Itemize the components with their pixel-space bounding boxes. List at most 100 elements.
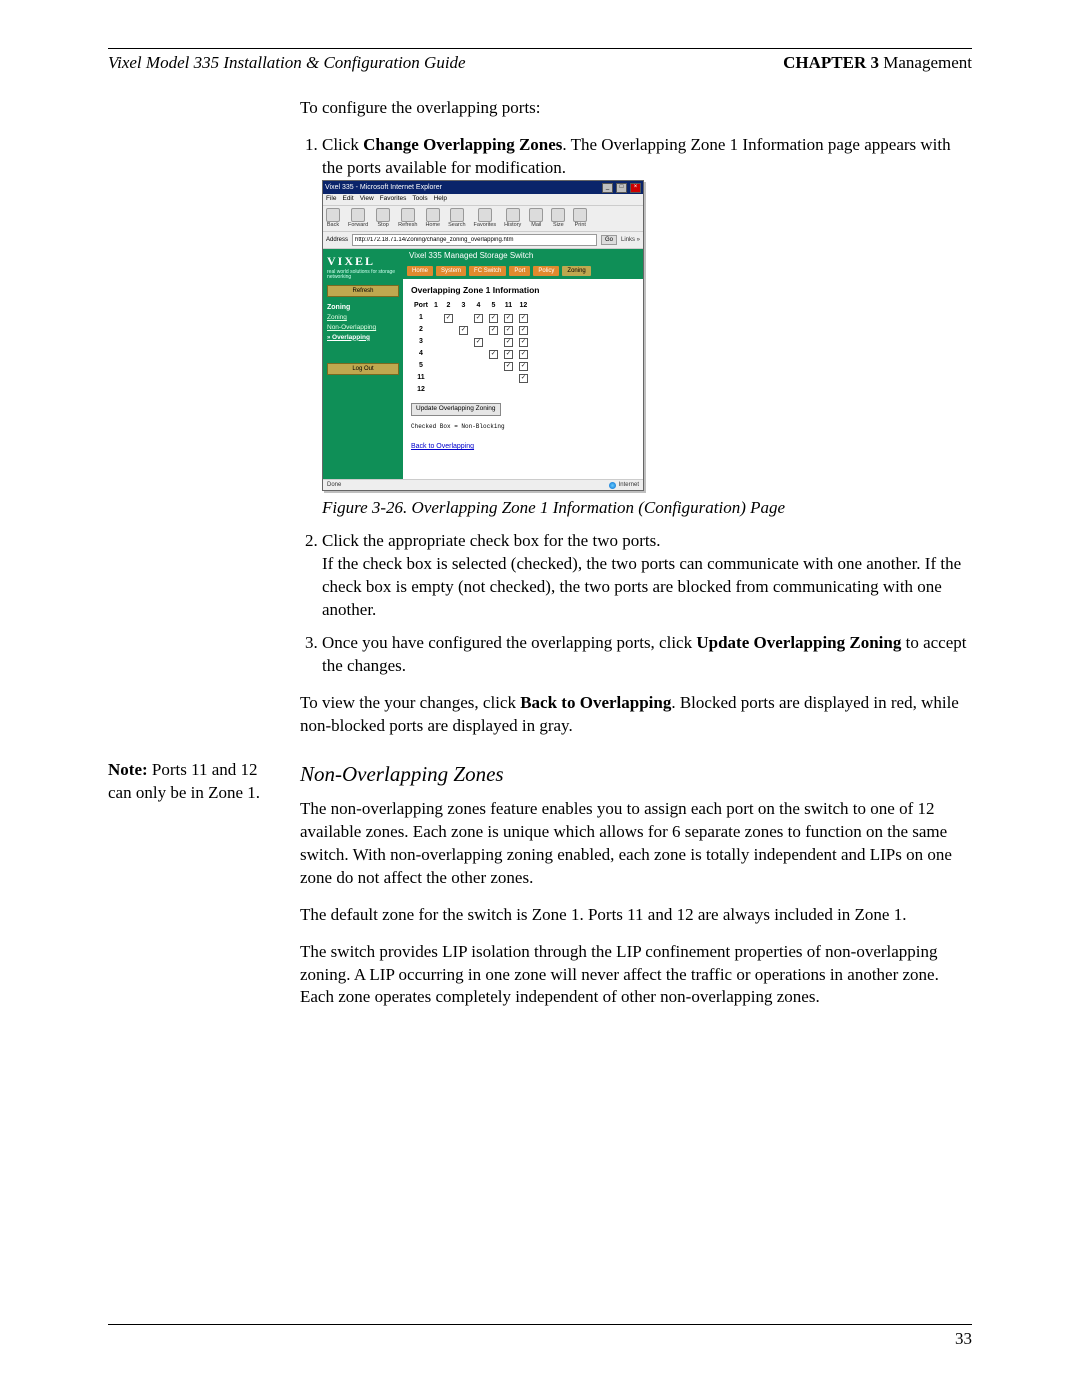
- menu-tools[interactable]: Tools: [412, 195, 427, 204]
- row-label: 12: [411, 384, 431, 395]
- port-checkbox[interactable]: ✓: [519, 350, 528, 359]
- port-checkbox[interactable]: ✓: [519, 362, 528, 371]
- port-cell: [431, 372, 441, 384]
- stop-button[interactable]: Stop: [376, 208, 390, 229]
- menu-view[interactable]: View: [360, 195, 374, 204]
- port-cell: ✓: [456, 324, 471, 336]
- port-checkbox[interactable]: ✓: [519, 314, 528, 323]
- refresh-icon: [401, 208, 415, 222]
- port-cell: [516, 384, 531, 395]
- tab-fc-switch[interactable]: FC Switch: [469, 266, 506, 276]
- view-changes-paragraph: To view the your changes, click Back to …: [300, 692, 972, 738]
- mail-button[interactable]: Mail: [529, 208, 543, 229]
- menu-help[interactable]: Help: [434, 195, 447, 204]
- nonoverlap-paragraph-2: The default zone for the switch is Zone …: [300, 904, 972, 927]
- port-cell: ✓: [516, 348, 531, 360]
- sidebar-item-overlapping[interactable]: Overlapping: [327, 334, 399, 343]
- port-checkbox[interactable]: ✓: [474, 338, 483, 347]
- table-row: 11✓: [411, 372, 531, 384]
- port-checkbox[interactable]: ✓: [489, 326, 498, 335]
- tab-zoning[interactable]: Zoning: [562, 266, 590, 276]
- back-button[interactable]: Back: [326, 208, 340, 229]
- port-cell: [471, 348, 486, 360]
- maximize-icon[interactable]: □: [616, 183, 627, 193]
- window-controls: _ □ ×: [601, 182, 641, 193]
- doc-title: Vixel Model 335 Installation & Configura…: [108, 53, 466, 73]
- favorites-button[interactable]: Favorites: [474, 208, 497, 229]
- tab-port[interactable]: Port: [509, 266, 530, 276]
- status-done: Done: [327, 481, 341, 489]
- port-cell: [441, 360, 456, 372]
- port-checkbox[interactable]: ✓: [504, 326, 513, 335]
- chapter-label: CHAPTER 3 Management: [783, 53, 972, 73]
- print-button[interactable]: Print: [573, 208, 587, 229]
- port-checkbox[interactable]: ✓: [504, 314, 513, 323]
- app-main: Vixel 335 Managed Storage Switch Home Sy…: [403, 249, 643, 479]
- port-cell: [431, 360, 441, 372]
- port-cell: ✓: [516, 324, 531, 336]
- home-button[interactable]: Home: [425, 208, 440, 229]
- port-cell: [431, 336, 441, 348]
- port-cell: ✓: [501, 360, 516, 372]
- tab-system[interactable]: System: [436, 266, 466, 276]
- port-cell: [431, 312, 441, 324]
- window-titlebar: Vixel 335 - Microsoft Internet Explorer …: [323, 181, 643, 194]
- table-row: 3✓✓✓: [411, 336, 531, 348]
- step-1: Click Change Overlapping Zones. The Over…: [322, 134, 972, 520]
- go-button[interactable]: Go: [601, 235, 617, 245]
- port-cell: [501, 372, 516, 384]
- mail-icon: [529, 208, 543, 222]
- tab-home[interactable]: Home: [407, 266, 433, 276]
- minimize-icon[interactable]: _: [602, 183, 613, 193]
- port-checkbox[interactable]: ✓: [504, 362, 513, 371]
- forward-arrow-icon: [351, 208, 365, 222]
- row-label: 4: [411, 348, 431, 360]
- col-header-3: 3: [456, 300, 471, 311]
- port-cell: ✓: [486, 324, 501, 336]
- links-label[interactable]: Links »: [621, 236, 640, 244]
- table-row: 2✓✓✓✓: [411, 324, 531, 336]
- search-button[interactable]: Search: [448, 208, 465, 229]
- search-icon: [450, 208, 464, 222]
- port-checkbox[interactable]: ✓: [459, 326, 468, 335]
- port-cell: ✓: [471, 312, 486, 324]
- port-checkbox[interactable]: ✓: [444, 314, 453, 323]
- port-checkbox[interactable]: ✓: [519, 374, 528, 383]
- back-to-overlapping-link[interactable]: Back to Overlapping: [411, 442, 474, 451]
- size-button[interactable]: Size: [551, 208, 565, 229]
- step-3: Once you have configured the overlapping…: [322, 632, 972, 678]
- menu-favorites[interactable]: Favorites: [380, 195, 407, 204]
- port-cell: [471, 372, 486, 384]
- port-checkbox[interactable]: ✓: [474, 314, 483, 323]
- sidebar-item-non-overlapping[interactable]: Non-Overlapping: [327, 324, 399, 333]
- status-zone: Internet: [619, 481, 639, 489]
- close-icon[interactable]: ×: [630, 183, 641, 193]
- address-input[interactable]: [352, 234, 597, 246]
- col-header-12: 12: [516, 300, 531, 311]
- refresh-button[interactable]: Refresh: [398, 208, 417, 229]
- port-checkbox[interactable]: ✓: [519, 326, 528, 335]
- section-title-non-overlapping-zones: Non-Overlapping Zones: [300, 760, 972, 788]
- port-cell: [441, 336, 456, 348]
- update-overlapping-zoning-button[interactable]: Update Overlapping Zoning: [411, 403, 501, 416]
- forward-button[interactable]: Forward: [348, 208, 368, 229]
- refresh-sidebar-button[interactable]: Refresh: [327, 285, 399, 297]
- port-checkbox[interactable]: ✓: [504, 338, 513, 347]
- sidebar-item-zoning[interactable]: Zoning: [327, 314, 399, 323]
- logout-button[interactable]: Log Out: [327, 363, 399, 375]
- port-checkbox[interactable]: ✓: [504, 350, 513, 359]
- port-cell: [486, 336, 501, 348]
- col-header-1: 1: [431, 300, 441, 311]
- menu-edit[interactable]: Edit: [342, 195, 353, 204]
- port-checkbox[interactable]: ✓: [489, 350, 498, 359]
- row-label: 1: [411, 312, 431, 324]
- col-header-11: 11: [501, 300, 516, 311]
- port-checkbox[interactable]: ✓: [519, 338, 528, 347]
- intro-text: To configure the overlapping ports:: [300, 97, 972, 120]
- port-cell: ✓: [516, 336, 531, 348]
- col-header-5: 5: [486, 300, 501, 311]
- port-checkbox[interactable]: ✓: [489, 314, 498, 323]
- history-button[interactable]: History: [504, 208, 521, 229]
- menu-file[interactable]: File: [326, 195, 336, 204]
- tab-policy[interactable]: Policy: [533, 266, 559, 276]
